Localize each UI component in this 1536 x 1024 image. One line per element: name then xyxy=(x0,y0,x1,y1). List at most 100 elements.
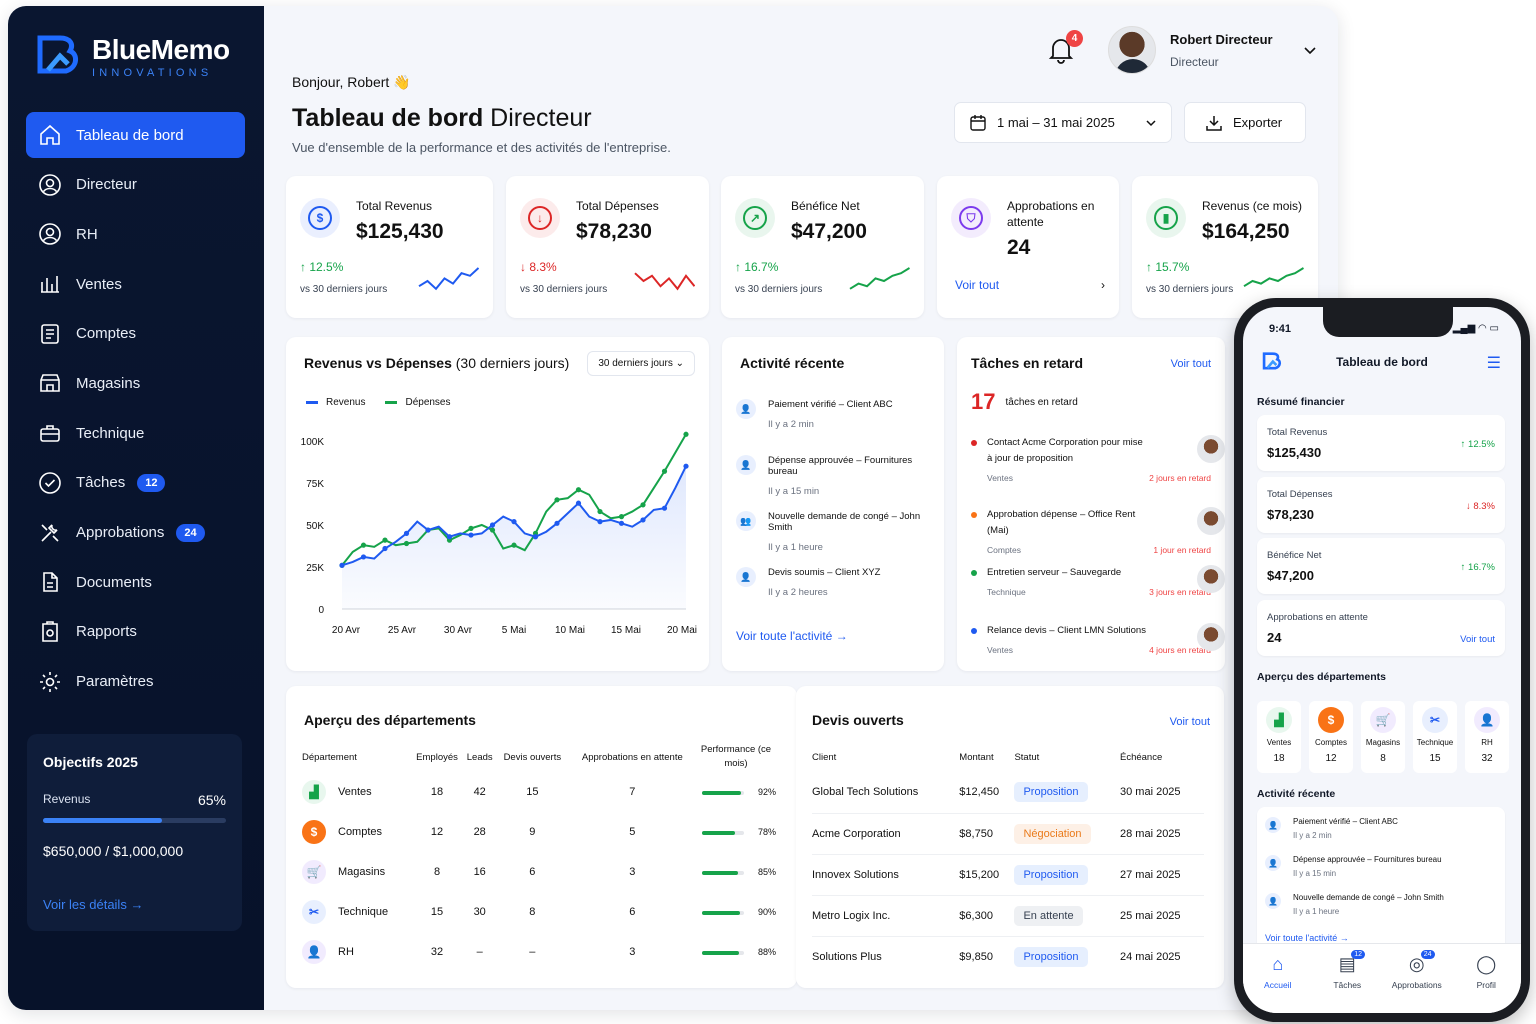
dept-count: 18 xyxy=(1273,753,1285,764)
priority-dot xyxy=(971,570,977,576)
shield-check-icon: ⛉ xyxy=(951,198,991,238)
late-task-item[interactable]: Approbation dépense – Office Rent (Mai) C… xyxy=(971,507,1225,555)
mobile-stat-card[interactable]: Bénéfice Net $47,200 ↑ 16.7% xyxy=(1257,538,1505,594)
user-menu[interactable]: Robert Directeur Directeur xyxy=(1108,26,1317,74)
table-row[interactable]: ✂ Technique 15 30 8 6 90% xyxy=(302,892,776,932)
stat-card: ⛉ Approbations en attente 24 Voir tout › xyxy=(937,176,1119,318)
mobile-dept-tile[interactable]: ▟ Ventes 18 xyxy=(1257,701,1301,773)
sidebar-item-comptes[interactable]: Comptes xyxy=(26,311,245,357)
late-task-item[interactable]: Contact Acme Corporation pour mise à jou… xyxy=(971,435,1225,483)
mobile-dept-tile[interactable]: 🛒 Magasins 8 xyxy=(1361,701,1405,773)
table-row[interactable]: 🛒 Magasins 8 16 6 3 85% xyxy=(302,852,776,892)
table-row[interactable]: $ Comptes 12 28 9 5 78% xyxy=(302,812,776,852)
date-range-picker[interactable]: 1 mai – 31 mai 2025 xyxy=(954,102,1172,143)
sidebar-item-documents[interactable]: Documents xyxy=(26,559,245,605)
cell-employees: 12 xyxy=(430,826,444,838)
sidebar-item-technique[interactable]: Technique xyxy=(26,410,245,456)
all-activity-link[interactable]: Voir toute l'activité → xyxy=(1265,933,1349,943)
sidebar-item-directeur[interactable]: Directeur xyxy=(26,162,245,208)
user-icon: 👤 xyxy=(736,455,756,475)
cell-performance: 88% xyxy=(696,932,776,972)
stat-value: $47,200 xyxy=(1267,568,1314,583)
home-icon: ⌂ xyxy=(1272,954,1284,974)
late-task-item[interactable]: Entretien serveur – Sauvegarde Technique 3… xyxy=(971,565,1225,597)
cart-icon: 🛒 xyxy=(302,860,326,884)
data-point xyxy=(640,517,646,523)
table-row[interactable]: 👤 RH 32 – – 3 88% xyxy=(302,932,776,972)
chevron-right-icon: › xyxy=(1101,278,1105,292)
all-activity-link[interactable]: Voir toute l'activité → xyxy=(736,629,848,643)
tab-accueil[interactable]: ⌂ Accueil xyxy=(1248,954,1308,1013)
bluememo-logo-icon xyxy=(37,35,78,74)
users-icon: 👤 xyxy=(1474,707,1500,733)
sidebar-item-rapports[interactable]: Rapports xyxy=(26,609,245,655)
brand-logo[interactable]: BlueMemo INNOVATIONS xyxy=(34,32,230,82)
cell-leads: 42 xyxy=(473,786,486,798)
cell-performance: 90% xyxy=(696,892,776,932)
goals-details-link[interactable]: Voir les détails → xyxy=(43,897,226,912)
late-task-item[interactable]: Relance devis – Client LMN Solutions Vent… xyxy=(971,623,1225,655)
late-tasks-card: Tâches en retard Voir tout 17 tâches en r… xyxy=(957,337,1225,671)
export-button[interactable]: Exporter xyxy=(1184,102,1306,143)
table-row[interactable]: Acme Corporation $8,750 Négociation 28 mai … xyxy=(812,813,1204,854)
mobile-dept-tile[interactable]: $ Comptes 12 xyxy=(1309,701,1353,773)
brand-tagline: INNOVATIONS xyxy=(92,67,213,79)
tab-tches[interactable]: ▤ 12 Tâches xyxy=(1317,950,1377,1013)
dept-count: 8 xyxy=(1380,753,1386,764)
mobile-dept-tile[interactable]: ✂ Technique 15 xyxy=(1413,701,1457,773)
approvals-view-all[interactable]: Voir tout › xyxy=(955,278,1105,292)
column-header: Devis ouverts xyxy=(503,751,562,763)
activity-item[interactable]: 👤 Dépense approuvée – Fournitures bureau I… xyxy=(1265,855,1442,878)
approvals-view-all[interactable]: Voir tout xyxy=(1460,634,1495,645)
goals-title: Objectifs 2025 xyxy=(43,754,138,770)
tab-approbations[interactable]: ◎ 24 Approbations xyxy=(1387,950,1447,1013)
hamburger-icon[interactable]: ☰ xyxy=(1487,353,1501,373)
table-row[interactable]: Metro Logix Inc. $6,300 En attente 25 mai 2… xyxy=(812,895,1204,936)
sidebar-item-paramtres[interactable]: Paramètres xyxy=(26,659,245,705)
user-icon: ◯ xyxy=(1476,954,1497,974)
dollar-icon: $ xyxy=(302,820,326,844)
table-row[interactable]: ▟ Ventes 18 42 15 7 92% xyxy=(302,772,776,812)
activity-item[interactable]: 👤 Devis soumis – Client XYZ Il y a 2 heure… xyxy=(736,567,880,598)
mobile-dept-tile[interactable]: 👤 RH 32 xyxy=(1465,701,1509,773)
sidebar-item-tableaudebord[interactable]: Tableau de bord xyxy=(26,112,245,158)
table-row[interactable]: Innovex Solutions $15,200 Proposition 27 ma… xyxy=(812,854,1204,895)
sidebar-item-ventes[interactable]: Ventes xyxy=(26,261,245,307)
sidebar-item-approbations[interactable]: Approbations 24 xyxy=(26,510,245,556)
table-row[interactable]: Global Tech Solutions $12,450 Proposition 3… xyxy=(812,772,1204,813)
mobile-stat-card[interactable]: Approbations en attente 24 Voir tout xyxy=(1257,599,1505,656)
data-point xyxy=(618,520,625,526)
sidebar-item-tches[interactable]: Tâches 12 xyxy=(26,460,245,506)
mobile-stat-card[interactable]: Total Revenus $125,430 ↑ 12.5% xyxy=(1257,415,1505,471)
stat-label: Bénéfice Net xyxy=(1267,550,1322,561)
data-point xyxy=(661,468,668,474)
mobile-stat-card[interactable]: Total Dépenses $78,230 ↓ 8.3% xyxy=(1257,476,1505,533)
sidebar-item-magasins[interactable]: Magasins xyxy=(26,360,245,406)
user-icon: 👤 xyxy=(736,399,756,419)
activity-item[interactable]: 👤 Paiement vérifié – Client ABC Il y a 2 m… xyxy=(1265,817,1398,840)
user-circle-icon xyxy=(39,223,61,246)
x-tick-label: 20 Mai xyxy=(667,625,697,636)
tab-profil[interactable]: ◯ Profil xyxy=(1456,954,1516,1013)
clipboard-icon: ▤ xyxy=(1338,954,1356,974)
notifications-button[interactable]: 4 xyxy=(1048,30,1083,69)
sidebar-item-rh[interactable]: RH xyxy=(26,211,245,257)
goals-amount: $650,000 / $1,000,000 xyxy=(43,843,184,859)
late-tasks-view-all[interactable]: Voir tout xyxy=(1171,358,1211,370)
sidebar-item-label: Directeur xyxy=(76,176,137,194)
quotes-view-all[interactable]: Voir tout xyxy=(1170,716,1210,728)
activity-item[interactable]: 👤 Paiement vérifié – Client ABC Il y a 2 m… xyxy=(736,399,893,430)
activity-item[interactable]: 👥 Nouvelle demande de congé – John Smith I… xyxy=(736,511,944,553)
activity-item[interactable]: 👤 Dépense approuvée – Fournitures bureau I… xyxy=(736,455,944,497)
activity-item[interactable]: 👤 Nouvelle demande de congé – John Smith I… xyxy=(1265,893,1444,916)
cell-quotes: 15 xyxy=(526,786,539,798)
column-header: Département xyxy=(302,751,357,763)
cell-amount: $8,750 xyxy=(959,827,993,840)
mobile-screen: 9:41 ▂▄▆ ◠ ▭ Tableau de bord ☰ Résumé fi… xyxy=(1243,307,1521,1013)
sidebar-item-label: Approbations xyxy=(76,524,165,541)
stat-comparison: vs 30 derniers jours xyxy=(735,284,823,295)
table-row[interactable]: Solutions Plus $9,850 Proposition 24 mai 20… xyxy=(812,936,1204,977)
task-text: Entretien serveur – Sauvegarde xyxy=(987,567,1122,578)
dashboard-window: BlueMemo INNOVATIONS Tableau de bord Dire… xyxy=(8,6,1338,1010)
departments-title: Aperçu des départements xyxy=(304,712,476,728)
